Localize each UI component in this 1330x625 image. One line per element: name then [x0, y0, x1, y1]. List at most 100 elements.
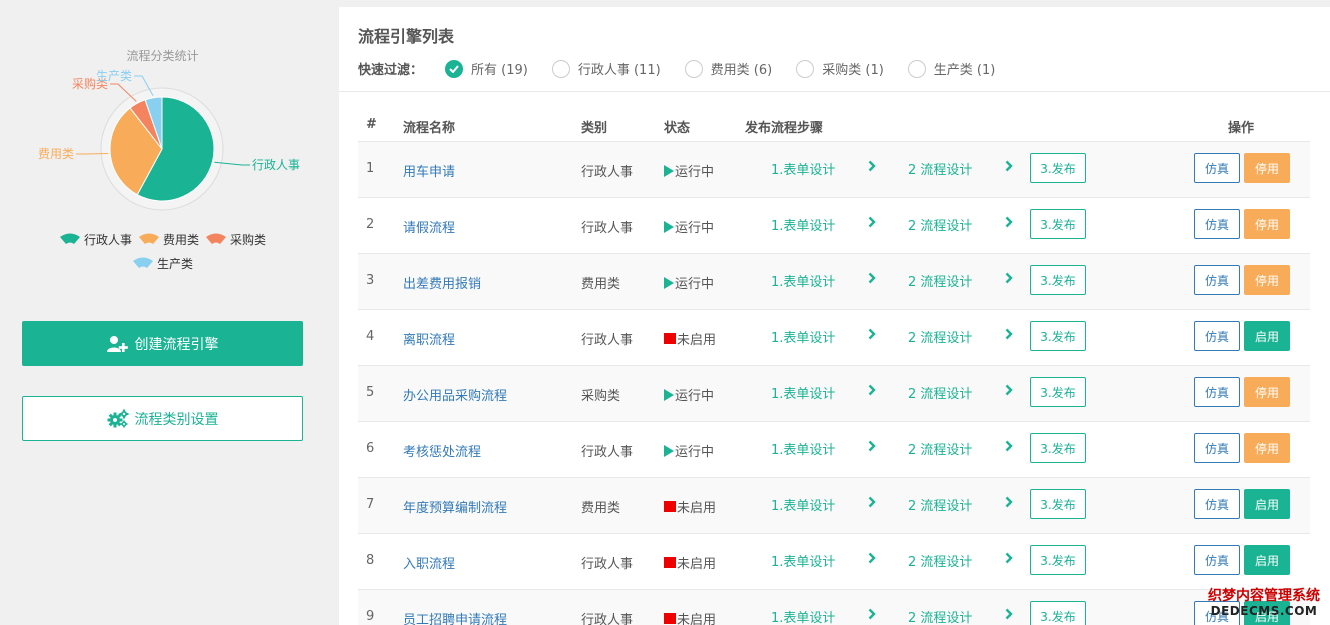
disable-button[interactable]: 停用	[1244, 153, 1290, 183]
disable-button[interactable]: 停用	[1244, 265, 1290, 295]
disable-button[interactable]: 停用	[1244, 209, 1290, 239]
workflow-table-body: 1 用车申请 行政人事 运行中 1.表单设计 2 流程设计 3.发布 仿真 停用 2 请假流程 行政人…	[358, 141, 1310, 625]
workflow-name-link[interactable]: 办公用品采购流程	[403, 385, 507, 404]
table-row: 9 员工招聘申请流程 行政人事 未启用 1.表单设计 2 流程设计 3.发布 仿真 启用	[358, 589, 1310, 625]
step-flow-design-link[interactable]: 2 流程设计	[908, 271, 972, 290]
simulate-button[interactable]: 仿真	[1194, 209, 1240, 239]
workflow-category: 行政人事	[581, 557, 634, 572]
table-row: 4 离职流程 行政人事 未启用 1.表单设计 2 流程设计 3.发布 仿真 启用	[358, 309, 1310, 365]
workflow-name-link[interactable]: 离职流程	[403, 329, 455, 348]
enable-button[interactable]: 启用	[1244, 321, 1290, 351]
divider	[339, 91, 1330, 92]
simulate-button[interactable]: 仿真	[1194, 545, 1240, 575]
workflow-name-link[interactable]: 用车申请	[403, 161, 455, 180]
publish-button[interactable]: 3.发布	[1030, 489, 1086, 519]
workflow-name-link[interactable]: 考核惩处流程	[403, 441, 481, 460]
filter-option[interactable]: 行政人事 (11)	[551, 59, 661, 78]
stopped-icon	[664, 333, 676, 344]
filter-option-label: 所有 (19)	[471, 63, 528, 78]
step-flow-design-link[interactable]: 2 流程设计	[908, 551, 972, 570]
simulate-button[interactable]: 仿真	[1194, 321, 1240, 351]
chevron-right-icon	[1005, 216, 1013, 232]
step-form-design-link[interactable]: 1.表单设计	[771, 383, 835, 402]
simulate-button[interactable]: 仿真	[1194, 433, 1240, 463]
step-flow-design-link[interactable]: 2 流程设计	[908, 159, 972, 178]
category-settings-button[interactable]: 流程类别设置	[22, 396, 303, 441]
enable-button[interactable]: 启用	[1244, 545, 1290, 575]
filter-option[interactable]: 所有 (19)	[445, 59, 528, 78]
radio-icon[interactable]	[684, 59, 703, 78]
workflow-category: 费用类	[581, 501, 621, 516]
disable-button[interactable]: 停用	[1244, 433, 1290, 463]
publish-button[interactable]: 3.发布	[1030, 209, 1086, 239]
step-form-design-link[interactable]: 1.表单设计	[771, 607, 835, 625]
filter-option-label: 生产类 (1)	[933, 63, 996, 78]
filter-option[interactable]: 费用类 (6)	[684, 59, 772, 78]
status-text: 未启用	[677, 501, 717, 516]
workflow-category: 费用类	[581, 277, 621, 292]
step-form-design-link[interactable]: 1.表单设计	[771, 271, 835, 290]
workflow-status: 运行中	[664, 385, 714, 404]
filter-option[interactable]: 采购类 (1)	[796, 59, 884, 78]
step-flow-design-link[interactable]: 2 流程设计	[908, 495, 972, 514]
row-number: 4	[366, 329, 375, 344]
step-form-design-link[interactable]: 1.表单设计	[771, 439, 835, 458]
status-text: 运行中	[675, 221, 715, 236]
publish-button[interactable]: 3.发布	[1030, 321, 1086, 351]
legend-label: 行政人事	[83, 233, 132, 247]
publish-button[interactable]: 3.发布	[1030, 265, 1086, 295]
publish-button[interactable]: 3.发布	[1030, 545, 1086, 575]
simulate-button[interactable]: 仿真	[1194, 489, 1240, 519]
step-flow-design-link[interactable]: 2 流程设计	[908, 215, 972, 234]
chevron-right-icon	[1005, 608, 1013, 624]
disable-button[interactable]: 停用	[1244, 377, 1290, 407]
stopped-icon	[664, 501, 676, 512]
table-header: # 流程名称 类别 状态 发布流程步骤 操作	[358, 111, 1310, 141]
radio-icon[interactable]	[907, 59, 926, 78]
table-row: 7 年度预算编制流程 费用类 未启用 1.表单设计 2 流程设计 3.发布 仿真 启用	[358, 477, 1310, 533]
publish-button[interactable]: 3.发布	[1030, 433, 1086, 463]
row-number: 9	[366, 609, 375, 624]
step-flow-design-link[interactable]: 2 流程设计	[908, 383, 972, 402]
legend-item[interactable]: 采购类	[205, 228, 266, 252]
chevron-right-icon	[868, 440, 876, 456]
step-form-design-link[interactable]: 1.表单设计	[771, 551, 835, 570]
step-flow-design-link[interactable]: 2 流程设计	[908, 439, 972, 458]
workflow-status: 未启用	[664, 497, 716, 516]
step-flow-design-link[interactable]: 2 流程设计	[908, 607, 972, 625]
simulate-button[interactable]: 仿真	[1194, 265, 1240, 295]
radio-checked-icon[interactable]	[445, 59, 464, 78]
workflow-name-link[interactable]: 请假流程	[403, 217, 455, 236]
legend-item[interactable]: 费用类	[138, 228, 199, 252]
simulate-button[interactable]: 仿真	[1194, 153, 1240, 183]
radio-icon[interactable]	[551, 59, 570, 78]
workflow-name-link[interactable]: 员工招聘申请流程	[403, 609, 507, 625]
legend-item[interactable]: 生产类	[132, 252, 193, 276]
step-form-design-link[interactable]: 1.表单设计	[771, 327, 835, 346]
table-row: 2 请假流程 行政人事 运行中 1.表单设计 2 流程设计 3.发布 仿真 停用	[358, 197, 1310, 253]
chevron-right-icon	[868, 272, 876, 288]
legend-item[interactable]: 行政人事	[59, 228, 132, 252]
enable-button[interactable]: 启用	[1244, 489, 1290, 519]
watermark-line2: DEDECMS.COM	[1210, 604, 1318, 618]
workflow-name-link[interactable]: 年度预算编制流程	[403, 497, 507, 516]
filter-option[interactable]: 生产类 (1)	[907, 59, 996, 78]
legend-label: 生产类	[156, 257, 193, 271]
step-form-design-link[interactable]: 1.表单设计	[771, 495, 835, 514]
filter-option-label: 采购类 (1)	[822, 63, 884, 78]
publish-button[interactable]: 3.发布	[1030, 153, 1086, 183]
workflow-category: 行政人事	[581, 333, 634, 348]
step-form-design-link[interactable]: 1.表单设计	[771, 215, 835, 234]
publish-button[interactable]: 3.发布	[1030, 601, 1086, 625]
publish-button[interactable]: 3.发布	[1030, 377, 1086, 407]
workflow-name-link[interactable]: 入职流程	[403, 553, 455, 572]
workflow-name-link[interactable]: 出差费用报销	[403, 273, 481, 292]
filter-label: 快速过滤：	[358, 63, 424, 78]
simulate-button[interactable]: 仿真	[1194, 377, 1240, 407]
watermark-line1: 织梦内容管理系统	[1208, 588, 1320, 604]
create-workflow-button[interactable]: 创建流程引擎	[22, 321, 303, 366]
radio-icon[interactable]	[796, 59, 815, 78]
chevron-right-icon	[1005, 384, 1013, 400]
step-form-design-link[interactable]: 1.表单设计	[771, 159, 835, 178]
step-flow-design-link[interactable]: 2 流程设计	[908, 327, 972, 346]
